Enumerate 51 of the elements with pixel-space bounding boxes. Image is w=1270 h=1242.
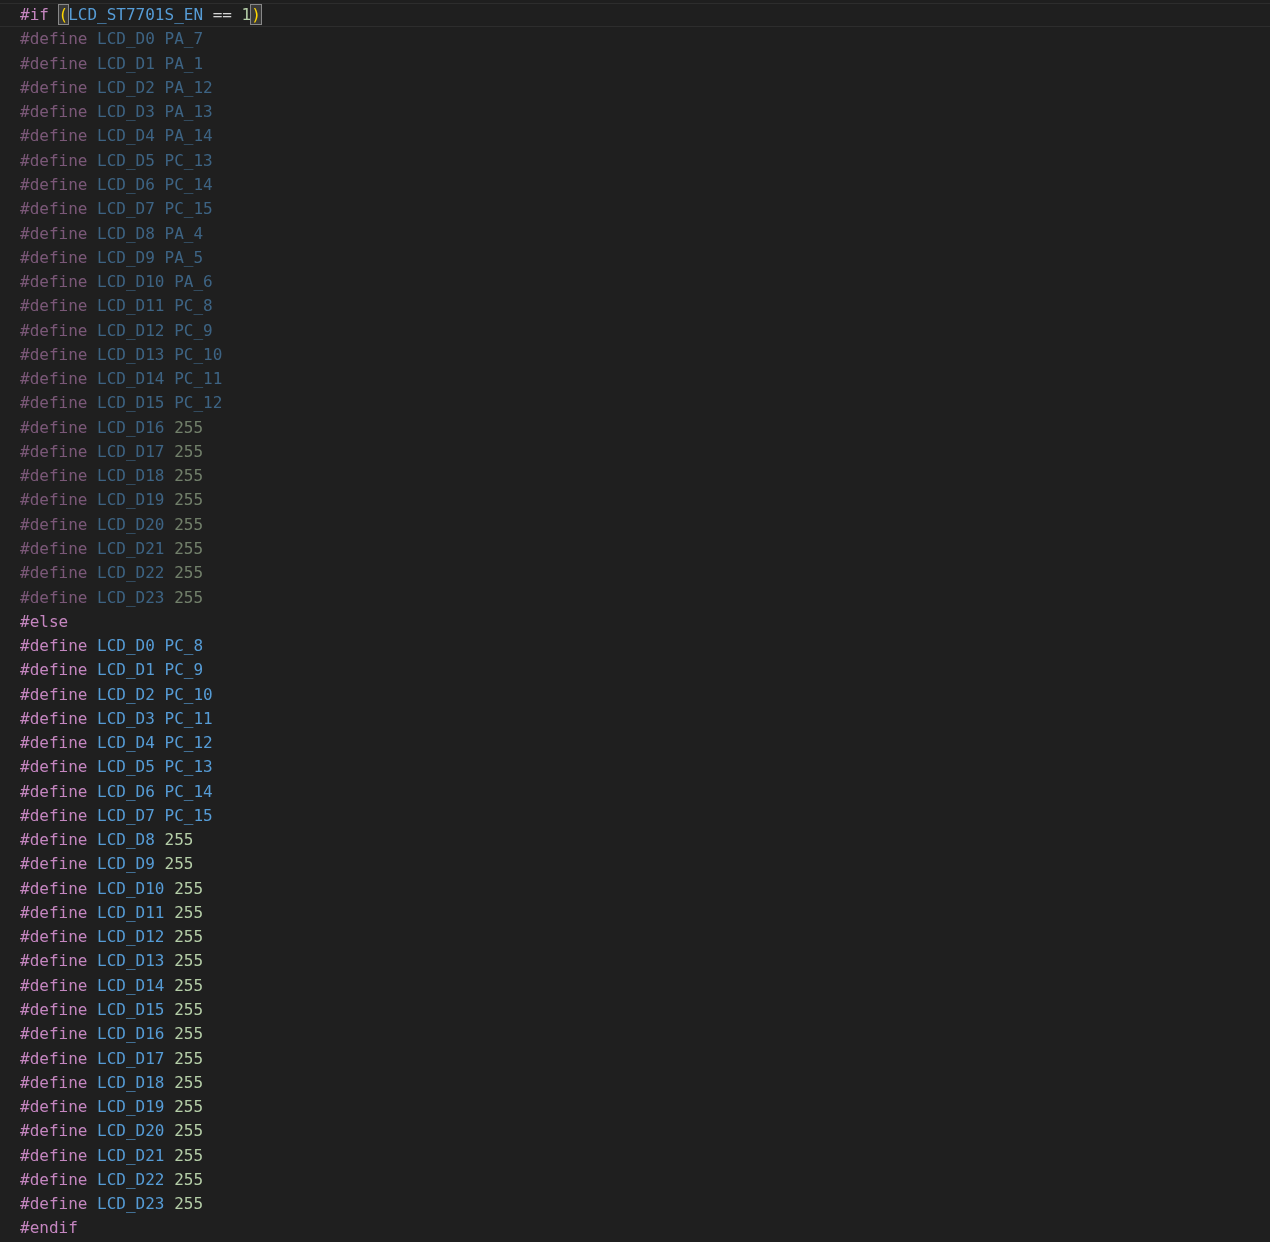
code-line: #endif (20, 1218, 78, 1239)
code-line: #else (20, 611, 69, 632)
code-line: #define LCD_D8 255 (20, 830, 194, 851)
code-line: #define LCD_D22 255 (20, 1169, 204, 1190)
code-line: #define LCD_D18 255 (20, 1072, 204, 1093)
code-line: #define LCD_D17 255 (20, 1048, 204, 1069)
code-line: #define LCD_D9 PA_5 (20, 247, 204, 268)
code-line: #define LCD_D15 255 (20, 1000, 204, 1020)
code-line: #define LCD_D2 PC_10 (20, 684, 213, 705)
code-line: #define LCD_D1 PA_1 (20, 53, 204, 74)
code-line: #define LCD_D23 255 (20, 587, 204, 608)
code-line: #define LCD_D6 PC_14 (20, 175, 213, 195)
code-line: #define LCD_D10 255 (20, 878, 204, 899)
code-line: #define LCD_D16 255 (20, 417, 204, 438)
code-line: #define LCD_D7 PC_15 (20, 805, 213, 826)
code-line: #define LCD_D4 PC_12 (20, 733, 213, 754)
code-line: #define LCD_D9 255 (20, 854, 194, 875)
code-line: #define LCD_D8 PA_4 (20, 223, 204, 244)
code-line: #define LCD_D17 255 (20, 441, 204, 462)
code-line: #define LCD_D3 PA_13 (20, 102, 213, 123)
code-line: #define LCD_D14 PC_11 (20, 369, 223, 390)
code-line: #define LCD_D20 255 (20, 1121, 204, 1142)
code-line: #define LCD_D2 PA_12 (20, 77, 213, 98)
code-line: #define LCD_D11 255 (20, 902, 204, 923)
code-line: #define LCD_D12 PC_9 (20, 320, 213, 341)
code-line: #define LCD_D3 PC_11 (20, 708, 213, 729)
code-line: #define LCD_D18 255 (20, 466, 204, 487)
code-line: #define LCD_D4 PA_14 (20, 126, 213, 147)
code-line: #define LCD_D10 PA_6 (20, 272, 213, 293)
code-line: #define LCD_D5 PC_13 (20, 150, 213, 171)
code-line: #define LCD_D21 255 (20, 538, 204, 559)
code-line: #define LCD_D1 PC_9 (20, 660, 204, 681)
code-line: #define LCD_D23 255 (20, 1194, 204, 1215)
code-line: #define LCD_D15 PC_12 (20, 393, 223, 414)
code-line: #define LCD_D14 255 (20, 975, 204, 996)
code-line: #define LCD_D19 255 (20, 490, 204, 511)
code-line: #define LCD_D0 PC_8 (20, 636, 204, 657)
code-line: #define LCD_D11 PC_8 (20, 296, 213, 317)
code-line: #define LCD_D21 255 (20, 1145, 204, 1166)
code-line: #define LCD_D7 PC_15 (20, 199, 213, 220)
code-line: #define LCD_D5 PC_13 (20, 757, 213, 778)
code-line: #define LCD_D19 255 (20, 1097, 204, 1118)
code-line: #define LCD_D13 255 (20, 951, 204, 972)
code-line: #if (LCD_ST7701S_EN == 1) (20, 5, 261, 26)
code-line: #define LCD_D12 255 (20, 927, 204, 948)
code-line: #define LCD_D16 255 (20, 1024, 204, 1045)
code-line: #define LCD_D6 PC_14 (20, 781, 213, 802)
code-line: #define LCD_D20 255 (20, 514, 204, 535)
code-line: #define LCD_D22 255 (20, 563, 204, 584)
code-line: #define LCD_D13 PC_10 (20, 344, 223, 365)
code-line: #define LCD_D0 PA_7 (20, 29, 204, 50)
